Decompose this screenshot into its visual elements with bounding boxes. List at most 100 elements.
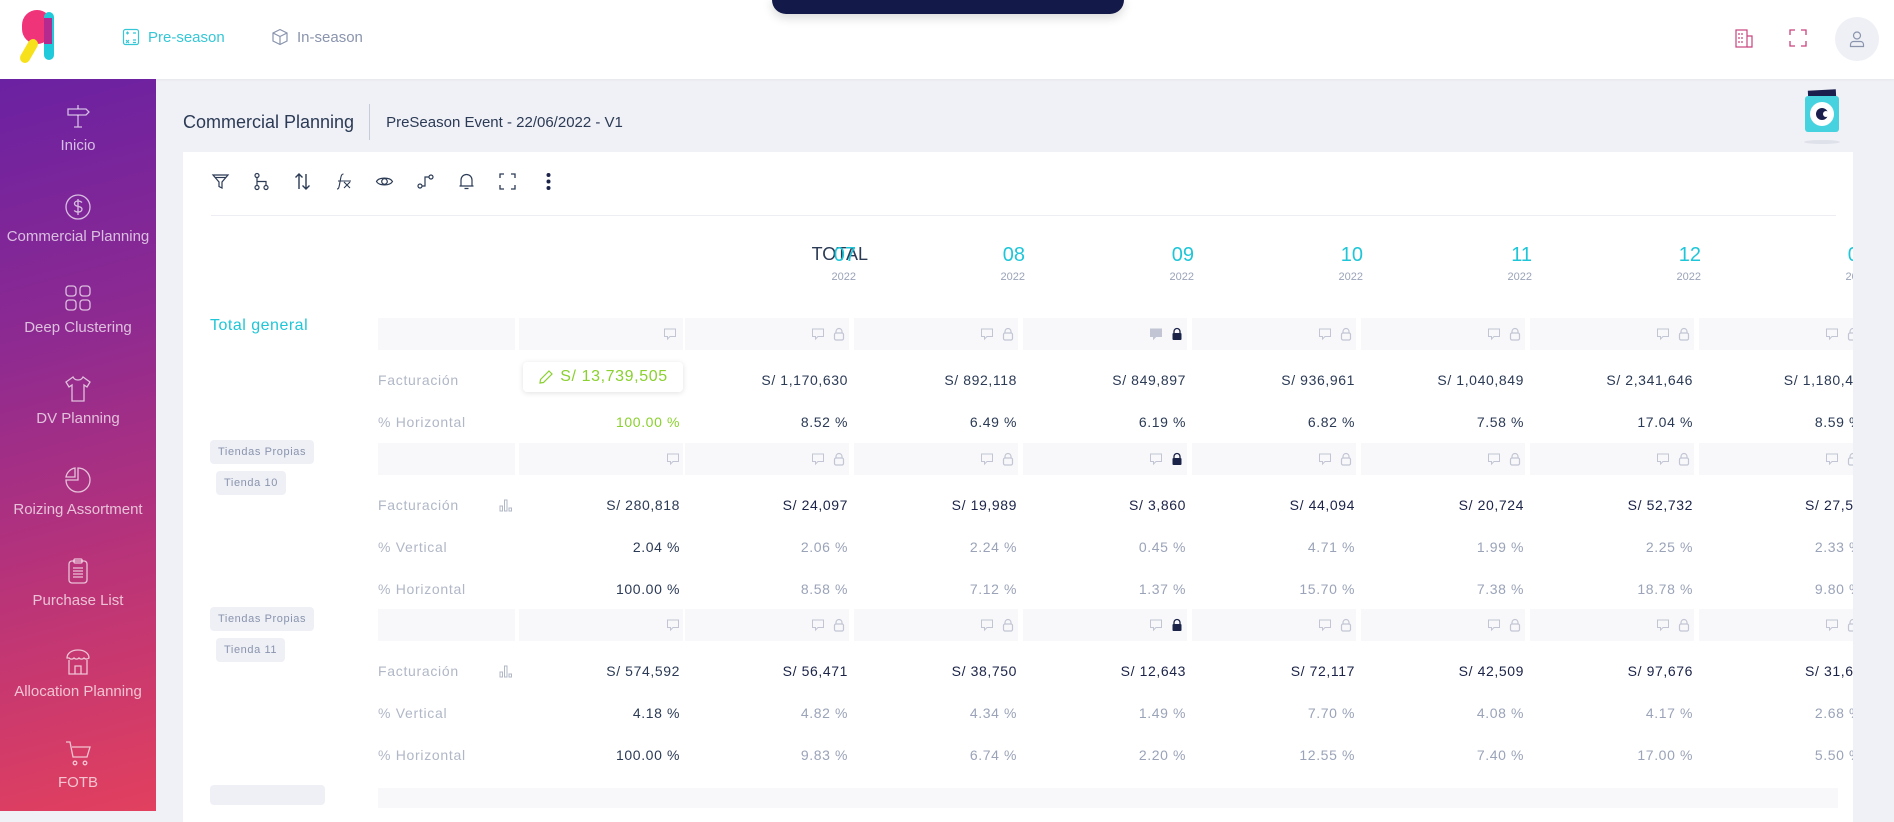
value-cell[interactable]: S/ 936,961 [1195,372,1355,388]
value-cell[interactable]: S/ 52,732 [1533,497,1693,513]
value-cell[interactable]: 8.58 % [688,581,848,597]
total-edit-input[interactable]: S/ 13,739,505 [523,362,683,392]
lock-open-icon[interactable] [1508,452,1522,466]
hierarchy-tag[interactable]: Tiendas Propias [210,440,315,464]
value-cell[interactable]: 7.12 % [857,581,1017,597]
lock-open-icon[interactable] [1339,618,1353,632]
column-header[interactable]: 08 2022 [865,244,1025,283]
fullscreen-icon[interactable] [1787,27,1809,49]
comment-icon[interactable] [980,618,994,632]
value-cell[interactable]: 4.34 % [857,705,1017,721]
value-cell[interactable]: 2.24 % [857,539,1017,555]
value-cell[interactable]: S/ 44,094 [1195,497,1355,513]
value-cell[interactable]: 0.45 % [1026,539,1186,555]
total-cell[interactable]: S/ 574,592 [520,663,680,679]
value-cell[interactable]: S/ 1,170,630 [688,372,848,388]
comment-icon[interactable] [811,327,825,341]
total-cell[interactable]: 100.00 % [520,747,680,763]
value-cell[interactable]: S/ 1,180,49 [1702,372,1853,388]
lock-open-icon[interactable] [832,327,846,341]
value-cell[interactable]: S/ 20,724 [1364,497,1524,513]
column-header[interactable]: 07 2022 [696,244,856,283]
sidebar-item-inicio[interactable]: Inicio [0,101,156,154]
value-cell[interactable]: S/ 42,509 [1364,663,1524,679]
comment-icon[interactable] [1825,327,1839,341]
column-header[interactable]: 09 2022 [1034,244,1194,283]
lock-closed-icon[interactable] [1170,452,1184,466]
sidebar-item-purchase-list[interactable]: Purchase List [0,556,156,609]
total-cell[interactable]: 100.00 % [520,581,680,597]
value-cell[interactable]: S/ 19,989 [857,497,1017,513]
value-cell[interactable]: S/ 1,040,849 [1364,372,1524,388]
value-cell[interactable]: 1.49 % [1026,705,1186,721]
hierarchy-tag[interactable]: Tiendas Propias [210,607,315,631]
mascot-icon[interactable] [1802,88,1842,146]
value-cell[interactable]: 6.49 % [857,414,1017,430]
sidebar-item-fotb[interactable]: FOTB [0,738,156,791]
lock-open-icon[interactable] [1677,327,1691,341]
value-cell[interactable]: 17.00 % [1533,747,1693,763]
value-cell[interactable]: 2.06 % [688,539,848,555]
column-header[interactable]: 01 2023 [1710,244,1853,283]
value-cell[interactable]: S/ 31,62 [1702,663,1853,679]
group-title[interactable]: Total general [210,317,308,335]
value-cell[interactable]: 6.19 % [1026,414,1186,430]
comment-icon[interactable] [1656,327,1670,341]
page-title[interactable]: Commercial Planning [183,112,354,133]
value-cell[interactable]: 9.80 % [1702,581,1853,597]
lock-open-icon[interactable] [1508,618,1522,632]
comment-icon[interactable] [1825,618,1839,632]
comment-icon[interactable] [811,452,825,466]
lock-open-icon[interactable] [1846,618,1853,632]
value-cell[interactable]: 7.38 % [1364,581,1524,597]
value-cell[interactable]: 6.74 % [857,747,1017,763]
lock-open-icon[interactable] [1001,327,1015,341]
value-cell[interactable]: 8.59 % [1702,414,1853,430]
sidebar-item-roizing-assortment[interactable]: Roizing Assortment [0,465,156,518]
value-cell[interactable]: 4.71 % [1195,539,1355,555]
value-cell[interactable]: 1.37 % [1026,581,1186,597]
lock-open-icon[interactable] [1001,618,1015,632]
tab-pre-season[interactable]: Pre-season [122,28,225,46]
lock-closed-icon[interactable] [1170,618,1184,632]
value-cell[interactable]: S/ 38,750 [857,663,1017,679]
lock-closed-icon[interactable] [1170,327,1184,341]
value-cell[interactable]: 15.70 % [1195,581,1355,597]
lock-open-icon[interactable] [1339,327,1353,341]
value-cell[interactable]: 7.58 % [1364,414,1524,430]
lock-open-icon[interactable] [1001,452,1015,466]
lock-open-icon[interactable] [1339,452,1353,466]
value-cell[interactable]: S/ 849,897 [1026,372,1186,388]
sidebar-item-allocation-planning[interactable]: Allocation Planning [0,647,156,700]
lock-open-icon[interactable] [1677,618,1691,632]
comment-icon[interactable] [811,618,825,632]
value-cell[interactable]: 4.17 % [1533,705,1693,721]
value-cell[interactable]: S/ 56,471 [688,663,848,679]
value-cell[interactable]: 2.20 % [1026,747,1186,763]
comment-icon[interactable] [1149,618,1163,632]
value-cell[interactable]: S/ 3,860 [1026,497,1186,513]
value-cell[interactable]: S/ 2,341,646 [1533,372,1693,388]
total-cell[interactable]: 2.04 % [520,539,680,555]
comment-icon[interactable] [1656,452,1670,466]
comment-icon[interactable] [1487,618,1501,632]
value-cell[interactable]: 18.78 % [1533,581,1693,597]
lock-open-icon[interactable] [832,618,846,632]
lock-open-icon[interactable] [1846,327,1853,341]
comment-icon[interactable] [1149,452,1163,466]
building-icon[interactable] [1733,27,1755,49]
top-center-pill[interactable] [772,0,1124,14]
user-avatar[interactable] [1835,17,1879,61]
value-cell[interactable]: 7.70 % [1195,705,1355,721]
value-cell[interactable]: S/ 27,50 [1702,497,1853,513]
comment-icon[interactable] [1149,327,1163,341]
value-cell[interactable]: 12.55 % [1195,747,1355,763]
comment-icon[interactable] [666,618,680,632]
comment-icon[interactable] [1825,452,1839,466]
sidebar-item-commercial-planning[interactable]: Commercial Planning [0,192,156,245]
lock-open-icon[interactable] [1846,452,1853,466]
comment-icon[interactable] [1318,452,1332,466]
comment-icon[interactable] [663,327,677,341]
hierarchy-tag[interactable]: Tienda 11 [216,638,286,662]
value-cell[interactable]: S/ 24,097 [688,497,848,513]
